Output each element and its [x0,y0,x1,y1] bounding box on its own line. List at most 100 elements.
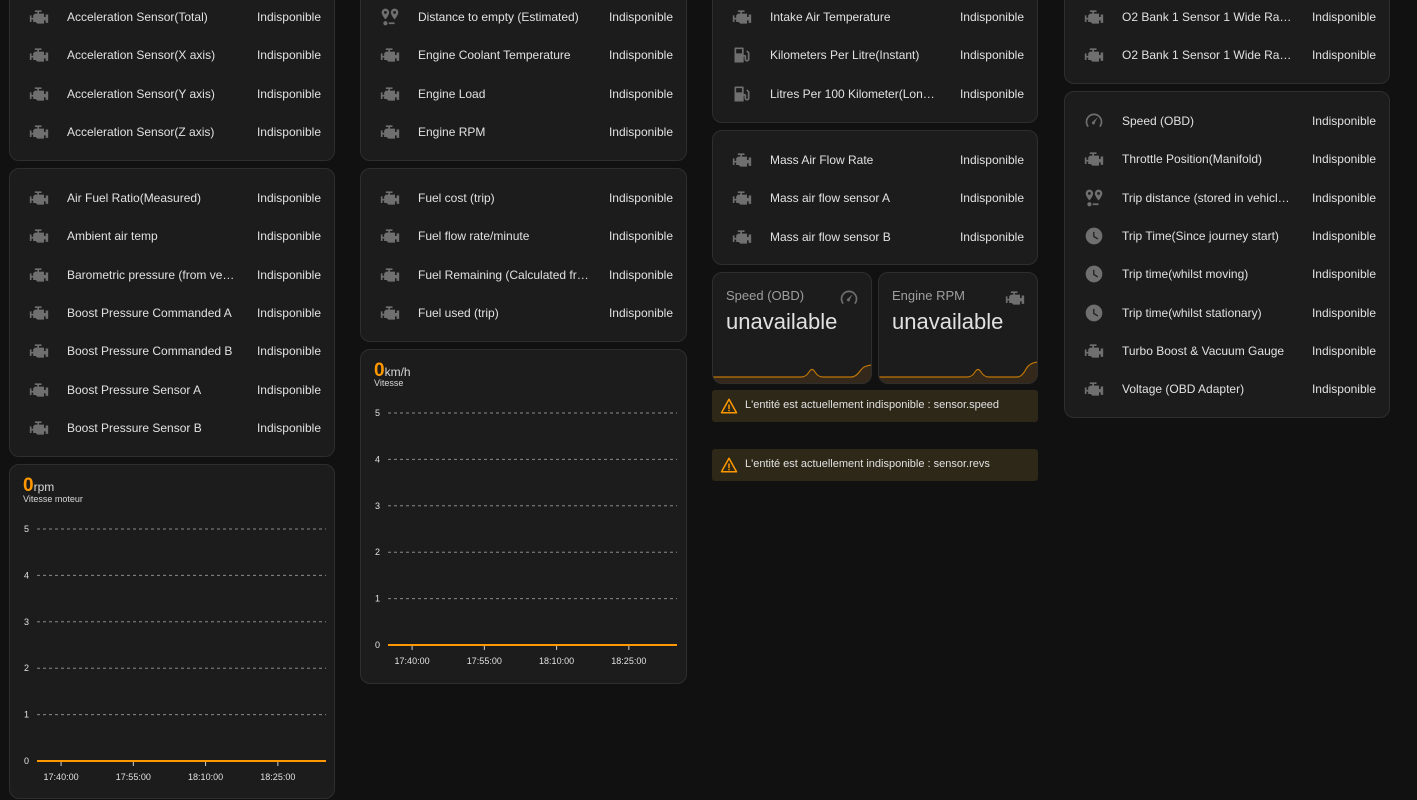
entity-row[interactable]: Mass Air Flow Rate Indisponible [713,141,1037,179]
y-tick-label: 2 [24,663,29,673]
entity-name: Trip distance (stored in vehicle profile… [1122,191,1293,205]
entity-row[interactable]: Fuel flow rate/minute Indisponible [361,217,686,255]
entity-row[interactable]: Voltage (OBD Adapter) Indisponible [1065,370,1389,408]
entity-name: Fuel flow rate/minute [418,229,530,243]
entity-row[interactable]: Fuel cost (trip) Indisponible [361,179,686,217]
entity-name: Trip time(whilst moving) [1122,267,1249,281]
entity-row[interactable]: Kilometers Per Litre(Instant) Indisponib… [713,36,1037,74]
entity-row[interactable]: Mass air flow sensor A Indisponible [713,179,1037,217]
entity-row[interactable]: Mass air flow sensor B Indisponible [713,218,1037,256]
entity-card-engine-rpm[interactable]: Engine RPM unavailable [878,272,1038,384]
entity-state: Indisponible [608,48,673,62]
y-tick-label: 0 [24,756,29,766]
x-tick-label: 17:40:00 [44,772,79,782]
entity-name: Boost Pressure Sensor A [67,383,202,397]
entity-state: Indisponible [959,87,1024,101]
entity-name: Speed (OBD) [1122,114,1195,128]
engine-icon [378,120,402,144]
entity-row[interactable]: Boost Pressure Sensor A Indisponible [10,371,334,409]
history-chart[interactable]: 0 1 2 3 4 5 17:40:00 17:55:00 18:10:00 18:25:00 [361,350,686,683]
entity-row[interactable]: Engine Load Indisponible [361,75,686,113]
entity-row[interactable]: Acceleration Sensor(Z axis) Indisponible [10,113,334,151]
entity-state: Indisponible [256,87,321,101]
engine-icon [1082,5,1106,29]
y-tick-label: 4 [24,570,29,580]
entity-name: Trip Time(Since journey start) [1122,229,1279,243]
entity-card-name: Engine RPM [892,288,965,303]
entity-row[interactable]: Fuel Remaining (Calculated from vehicle … [361,256,686,294]
entity-row[interactable]: Acceleration Sensor(Total) Indisponible [10,0,334,36]
entity-row[interactable]: Air Fuel Ratio(Measured) Indisponible [10,179,334,217]
entity-state: Indisponible [608,10,673,24]
entity-row[interactable]: Engine RPM Indisponible [361,113,686,151]
engine-icon [730,225,754,249]
y-tick-label: 2 [375,547,380,557]
entity-row[interactable]: Boost Pressure Commanded B Indisponible [10,332,334,370]
entity-row[interactable]: Trip distance (stored in vehicle profile… [1065,179,1389,217]
entity-name: Air Fuel Ratio(Measured) [67,191,202,205]
entity-state: Indisponible [1311,114,1376,128]
entity-row[interactable]: Boost Pressure Commanded A Indisponible [10,294,334,332]
entity-row[interactable]: Acceleration Sensor(X axis) Indisponible [10,36,334,74]
x-tick-label: 18:25:00 [611,656,646,666]
entity-row[interactable]: Engine Coolant Temperature Indisponible [361,36,686,74]
entity-row[interactable]: O2 Bank 1 Sensor 1 Wide Range Voltage In… [1065,36,1389,74]
x-tick-label: 18:25:00 [260,772,295,782]
entity-state: Indisponible [608,87,673,101]
entity-state: Indisponible [608,306,673,320]
engine-icon [1082,147,1106,171]
entity-state: Indisponible [1311,191,1376,205]
entity-name: Ambient air temp [67,229,158,243]
entity-row[interactable]: Barometric pressure (from vehicle) Indis… [10,256,334,294]
entity-row[interactable]: Distance to empty (Estimated) Indisponib… [361,0,686,36]
entity-row[interactable]: Throttle Position(Manifold) Indisponible [1065,140,1389,178]
entity-card-speed[interactable]: Speed (OBD) unavailable [712,272,872,384]
entity-state: Indisponible [256,191,321,205]
entities-card-fuel: Fuel cost (trip) Indisponible Fuel flow … [360,168,687,342]
entity-row[interactable]: Ambient air temp Indisponible [10,217,334,255]
engine-icon [1082,339,1106,363]
warning-banner-speed: L'entité est actuellement indisponible :… [712,390,1038,422]
engine-icon [27,5,51,29]
entity-row[interactable]: Fuel used (trip) Indisponible [361,294,686,332]
history-graph-speed[interactable]: 0km/h Vitesse 0 1 2 3 4 5 17:40:00 17:55:00 18:1… [360,349,687,684]
entity-row[interactable]: O2 Bank 1 Sensor 1 Wide Range Equivalenc… [1065,0,1389,36]
entity-row[interactable]: Acceleration Sensor(Y axis) Indisponible [10,75,334,113]
entity-name: Acceleration Sensor(X axis) [67,48,216,62]
warning-text: L'entité est actuellement indisponible :… [745,399,1000,411]
entity-name: Trip time(whilst stationary) [1122,306,1262,320]
history-chart[interactable]: 0 1 2 3 4 5 17:40:00 17:55:00 18:10:00 18:25:00 [10,465,334,798]
engine-icon [27,416,51,440]
entity-name: Fuel Remaining (Calculated from vehicle … [418,268,590,282]
x-tick-label: 17:40:00 [395,656,430,666]
entity-name: Acceleration Sensor(Total) [67,10,208,24]
entity-row[interactable]: Speed (OBD) Indisponible [1065,102,1389,140]
entity-row[interactable]: Trip Time(Since journey start) Indisponi… [1065,217,1389,255]
entity-row[interactable]: Trip time(whilst moving) Indisponible [1065,255,1389,293]
entity-state: Indisponible [256,421,321,435]
entity-state: Indisponible [959,10,1024,24]
warning-text: L'entité est actuellement indisponible :… [745,458,990,470]
sparkline [879,361,1037,383]
y-tick-label: 3 [24,617,29,627]
history-graph-rpm[interactable]: 0rpm Vitesse moteur 0 1 2 3 4 5 17:40:00 17:55:… [9,464,335,799]
entity-row[interactable]: Intake Air Temperature Indisponible [713,0,1037,36]
entity-row[interactable]: Litres Per 100 Kilometer(Long Term Avera… [713,75,1037,113]
entity-state: Indisponible [959,153,1024,167]
entity-state: Indisponible [256,125,321,139]
engine-icon [378,263,402,287]
x-tick-label: 17:55:00 [467,656,502,666]
clock-icon [1082,224,1106,248]
entity-row[interactable]: Boost Pressure Sensor B Indisponible [10,409,334,447]
entity-state: Indisponible [1311,152,1376,166]
entity-state: Indisponible [256,383,321,397]
entity-state: Indisponible [959,48,1024,62]
entity-name: Engine RPM [418,125,486,139]
entity-state: Indisponible [608,191,673,205]
entity-row[interactable]: Trip time(whilst stationary) Indisponibl… [1065,294,1389,332]
entity-name: O2 Bank 1 Sensor 1 Wide Range Equivalenc… [1122,10,1293,24]
speedometer-icon [839,288,859,308]
alert-icon [720,456,738,474]
entity-row[interactable]: Turbo Boost & Vacuum Gauge Indisponible [1065,332,1389,370]
entity-name: Boost Pressure Sensor B [67,421,202,435]
